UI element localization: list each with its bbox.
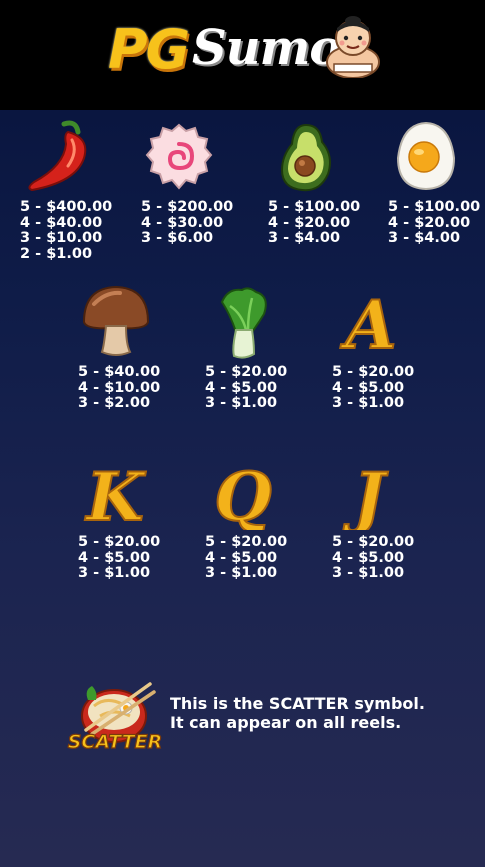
pay-line: 5 - $20.00 bbox=[78, 534, 161, 550]
pay-line: 5 - $20.00 bbox=[332, 534, 415, 550]
pays-letter-q: 5 - $20.00 4 - $5.00 3 - $1.00 bbox=[205, 534, 288, 582]
pay-line: 4 - $40.00 bbox=[20, 214, 103, 231]
sumo-mascot-icon bbox=[326, 16, 380, 78]
pay-line: 5 - $20.00 bbox=[205, 364, 288, 380]
pay-line: 3 - $10.00 bbox=[20, 230, 103, 246]
letter-j-glyph: J bbox=[342, 458, 388, 530]
pay-line: 5 - $200.00 bbox=[141, 199, 234, 215]
pay-line: 4 - $5.00 bbox=[332, 379, 405, 396]
pay-line: 5 - $40.00 bbox=[78, 364, 161, 380]
pay-line: 3 - $1.00 bbox=[78, 565, 151, 581]
pay-line: 5 - $400.00 bbox=[20, 199, 113, 215]
letter-a-glyph: A bbox=[339, 286, 396, 358]
pay-line: 3 - $4.00 bbox=[268, 230, 341, 246]
bok-choy-icon bbox=[220, 287, 267, 359]
pays-mushroom: 5 - $40.00 4 - $10.00 3 - $2.00 bbox=[78, 364, 161, 412]
letter-q-glyph: Q bbox=[214, 458, 272, 530]
pay-line: 4 - $20.00 bbox=[268, 214, 351, 231]
logo-pg-text: PG bbox=[108, 18, 190, 81]
pay-line: 3 - $2.00 bbox=[78, 395, 151, 411]
pay-line: 3 - $1.00 bbox=[205, 395, 278, 411]
fried-egg-icon bbox=[396, 121, 456, 191]
pay-line: 2 - $1.00 bbox=[20, 245, 93, 262]
header-bar: PG Sumo bbox=[0, 0, 485, 110]
pays-letter-k: 5 - $20.00 4 - $5.00 3 - $1.00 bbox=[78, 534, 161, 582]
pays-letter-j: 5 - $20.00 4 - $5.00 3 - $1.00 bbox=[332, 534, 415, 582]
pay-line: 5 - $100.00 bbox=[388, 199, 481, 215]
pays-narutomaki: 5 - $200.00 4 - $30.00 3 - $6.00 bbox=[141, 199, 234, 247]
game-logo: PG Sumo bbox=[108, 14, 388, 84]
narutomaki-icon bbox=[145, 123, 213, 190]
letter-k-icon: K bbox=[83, 458, 147, 530]
pay-line: 4 - $30.00 bbox=[141, 214, 224, 231]
letter-q-icon: Q bbox=[213, 458, 273, 530]
pay-line: 3 - $1.00 bbox=[205, 565, 278, 581]
pay-line: 3 - $1.00 bbox=[332, 395, 405, 411]
pays-chili: 5 - $400.00 4 - $40.00 3 - $10.00 2 - $1… bbox=[20, 199, 113, 262]
pays-bok-choy: 5 - $20.00 4 - $5.00 3 - $1.00 bbox=[205, 364, 288, 412]
scatter-label-badge: SCATTER bbox=[67, 730, 163, 753]
pay-line: 4 - $5.00 bbox=[332, 549, 405, 566]
chili-pepper-icon bbox=[28, 120, 87, 192]
pays-letter-a: 5 - $20.00 4 - $5.00 3 - $1.00 bbox=[332, 364, 415, 412]
letter-k-glyph: K bbox=[84, 458, 146, 530]
pay-line: 3 - $1.00 bbox=[332, 565, 405, 581]
pay-line: 5 - $100.00 bbox=[268, 199, 361, 215]
mushroom-icon bbox=[82, 285, 150, 356]
pays-avocado: 5 - $100.00 4 - $20.00 3 - $4.00 bbox=[268, 199, 361, 247]
pay-line: 5 - $20.00 bbox=[332, 364, 415, 380]
scatter-description: This is the SCATTER symbol. It can appea… bbox=[170, 694, 425, 732]
pay-line: 4 - $10.00 bbox=[78, 379, 161, 396]
pay-line: 4 - $5.00 bbox=[78, 549, 151, 566]
pay-line: 4 - $5.00 bbox=[205, 379, 278, 396]
scatter-line-1: This is the SCATTER symbol. bbox=[170, 694, 425, 713]
pay-line: 4 - $5.00 bbox=[205, 549, 278, 566]
logo-sumo-text: Sumo bbox=[192, 20, 341, 76]
scatter-line-2: It can appear on all reels. bbox=[170, 713, 402, 732]
pays-fried-egg: 5 - $100.00 4 - $20.00 3 - $4.00 bbox=[388, 199, 481, 247]
scatter-badge-text: SCATTER bbox=[68, 731, 162, 753]
pay-line: 3 - $6.00 bbox=[141, 230, 214, 246]
pay-line: 4 - $20.00 bbox=[388, 214, 471, 231]
letter-j-icon: J bbox=[341, 458, 389, 530]
letter-a-icon: A bbox=[338, 286, 397, 358]
pay-line: 5 - $20.00 bbox=[205, 534, 288, 550]
pay-line: 3 - $4.00 bbox=[388, 230, 461, 246]
avocado-icon bbox=[280, 123, 331, 192]
